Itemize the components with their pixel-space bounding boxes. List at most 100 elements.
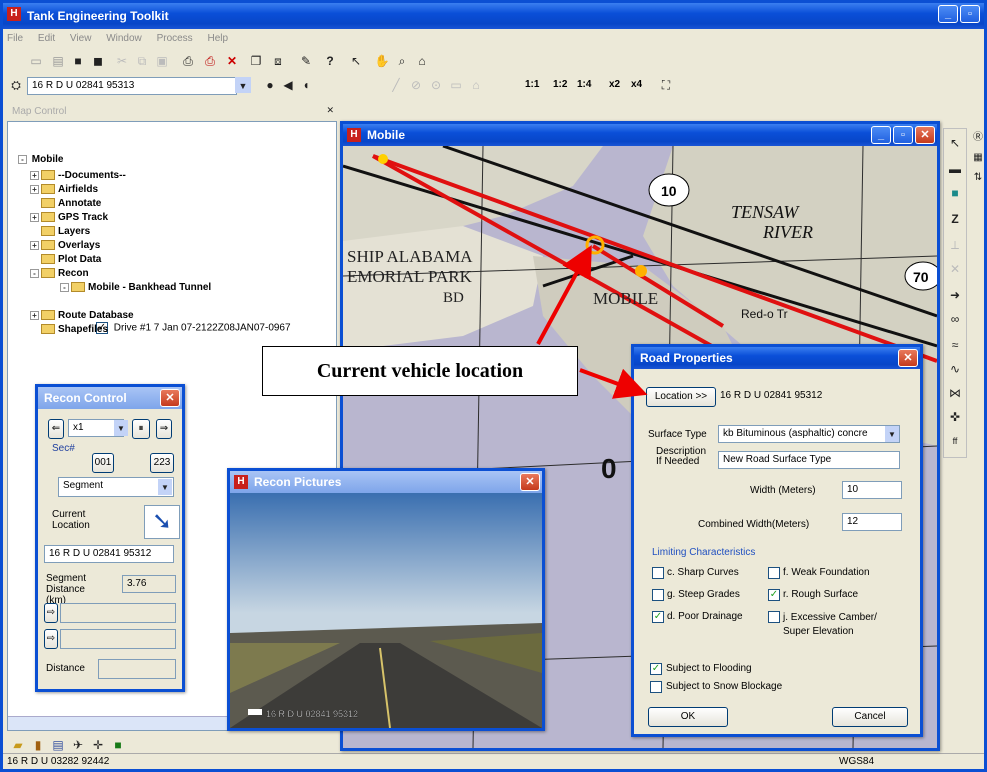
coordinate-combo[interactable]: 16 R D U 02841 95313	[27, 77, 237, 95]
delete-icon[interactable]: ✕	[223, 51, 241, 69]
recon-pictures-close-button[interactable]: ✕	[520, 473, 540, 491]
locate-icon[interactable]: ⛭	[7, 75, 25, 93]
map-title-bar[interactable]: H Mobile _ ▫ ✕	[343, 124, 937, 146]
tool-c-icon[interactable]: ⊙	[427, 75, 445, 93]
surface-type-select[interactable]: kb Bituminous (asphaltic) concre	[718, 425, 900, 443]
folder-tool-icon[interactable]: ▰	[9, 735, 27, 753]
tree-item[interactable]: Annotate	[30, 198, 101, 209]
tool-b-icon[interactable]: ⊘	[407, 75, 425, 93]
crosshair-tool-icon[interactable]: ✛	[89, 735, 107, 753]
back-icon[interactable]: ◀	[279, 75, 297, 93]
zed-tool-icon[interactable]: Z	[946, 209, 964, 227]
road-tool-icon[interactable]: ≈	[946, 335, 964, 353]
characteristic-checkbox[interactable]	[652, 567, 664, 579]
tool-e-icon[interactable]: ⌂	[467, 75, 485, 93]
recon-control-title-bar[interactable]: Recon Control ✕	[38, 387, 182, 409]
tree-item[interactable]: - Recon	[30, 268, 89, 279]
teal-tool-icon[interactable]: ■	[946, 183, 964, 201]
menu-window[interactable]: Window	[106, 33, 142, 44]
ok-button[interactable]: OK	[648, 707, 728, 727]
help-icon[interactable]: ?	[321, 51, 339, 69]
mode-select[interactable]: Segment	[58, 477, 174, 497]
location-button[interactable]: Location >>	[646, 387, 716, 407]
snow-checkbox[interactable]	[650, 681, 662, 693]
cross-tool-icon[interactable]: ✜	[946, 407, 964, 425]
edge-tool-c-icon[interactable]: ⇅	[969, 168, 987, 186]
satellite-tool-icon[interactable]: ✈	[69, 735, 87, 753]
minimize-button[interactable]: _	[938, 5, 958, 23]
tool-a-icon[interactable]: ╱	[387, 75, 405, 93]
bridge-tool-icon[interactable]: ⋈	[946, 383, 964, 401]
characteristic-checkbox[interactable]	[768, 611, 780, 623]
tree-item[interactable]: + --Documents--	[30, 170, 126, 181]
tree-item[interactable]: Plot Data	[30, 254, 101, 265]
measure-tool-icon[interactable]: ⟂	[946, 235, 964, 253]
tree-item[interactable]: - Mobile - Bankhead Tunnel	[60, 282, 211, 293]
tree-expander[interactable]: +	[30, 240, 39, 250]
menu-file[interactable]: File	[7, 33, 23, 44]
mark-b-button[interactable]: ⇨	[44, 629, 58, 649]
step-forward-button[interactable]: ⇒	[156, 419, 172, 439]
menu-view[interactable]: View	[70, 33, 92, 44]
copy-icon[interactable]: ⧉	[133, 51, 151, 69]
fullscreen-icon[interactable]: ⛶	[657, 75, 675, 93]
link-tool-icon[interactable]: ∞	[946, 309, 964, 327]
characteristic-checkbox[interactable]	[652, 589, 664, 601]
tree-expander[interactable]: -	[30, 268, 39, 278]
book-tool-icon[interactable]: ▮	[29, 735, 47, 753]
saveas-icon[interactable]: ◼	[89, 51, 107, 69]
surface-chevron-down-icon[interactable]: ▼	[885, 426, 899, 442]
recon-pictures-title-bar[interactable]: H Recon Pictures ✕	[230, 471, 542, 493]
recon-control-close-button[interactable]: ✕	[160, 389, 180, 407]
combined-width-input[interactable]: 12	[842, 513, 902, 531]
menu-help[interactable]: Help	[207, 33, 228, 44]
road-properties-close-button[interactable]: ✕	[898, 349, 918, 367]
pencil-icon[interactable]: ✎	[297, 51, 315, 69]
mark-a-button[interactable]: ⇨	[44, 603, 58, 623]
zoom-icon[interactable]: ⌕	[393, 51, 411, 69]
main-title-bar[interactable]: H Tank Engineering Toolkit _ ▫	[3, 3, 984, 29]
menu-edit[interactable]: Edit	[38, 33, 55, 44]
description-input[interactable]: New Road Surface Type	[718, 451, 900, 469]
width-input[interactable]: 10	[842, 481, 902, 499]
pause-button[interactable]: ⏸	[132, 419, 150, 439]
print-preview-icon[interactable]: ⎙	[201, 51, 219, 69]
tree-expander[interactable]: +	[30, 310, 39, 320]
pan-icon[interactable]: ✋	[373, 51, 391, 69]
flooding-checkbox[interactable]: ✓	[650, 663, 662, 675]
green-tool-icon[interactable]: ■	[109, 735, 127, 753]
monitor-tool-icon[interactable]: ▬	[946, 159, 964, 177]
scale-x4-button[interactable]: x4	[631, 79, 642, 90]
scale-1-1-button[interactable]: 1:1	[525, 79, 539, 90]
layers-tool-icon[interactable]: ▤	[49, 735, 67, 753]
maximize-button[interactable]: ▫	[960, 5, 980, 23]
feet-tool-icon[interactable]: ff	[946, 431, 964, 449]
tree-close-icon[interactable]: ✕	[326, 105, 334, 116]
tree-item[interactable]: Shapefiles	[30, 324, 108, 335]
cut-tool-icon[interactable]: ✕	[946, 259, 964, 277]
chevron-down-icon[interactable]: ▼	[235, 77, 251, 93]
sec-start-button[interactable]: 001	[92, 453, 114, 473]
tree-item[interactable]: + Overlays	[30, 240, 100, 251]
step-back-button[interactable]: ⇐	[48, 419, 64, 439]
menu-process[interactable]: Process	[157, 33, 193, 44]
cancel-button[interactable]: Cancel	[832, 707, 908, 727]
wave-tool-icon[interactable]: ∿	[946, 359, 964, 377]
characteristic-checkbox[interactable]: ✓	[652, 611, 664, 623]
export-icon[interactable]: ⧈	[269, 51, 287, 69]
half-circle-icon[interactable]: ◖	[297, 75, 315, 93]
scale-x2-button[interactable]: x2	[609, 79, 620, 90]
tree-expander[interactable]: -	[60, 282, 69, 292]
characteristic-checkbox[interactable]	[768, 567, 780, 579]
mode-chevron-down-icon[interactable]: ▼	[158, 479, 172, 495]
tree-root[interactable]: - Mobile	[18, 154, 63, 165]
edge-tool-b-icon[interactable]: ▦	[969, 148, 987, 166]
home-icon[interactable]: ⌂	[413, 51, 431, 69]
window-icon[interactable]: ❐	[247, 51, 265, 69]
arrow-right-tool-icon[interactable]: ➜	[946, 285, 964, 303]
open-icon[interactable]: ▤	[49, 51, 67, 69]
record-icon[interactable]: ●	[261, 75, 279, 93]
tree-expander[interactable]: +	[30, 212, 39, 222]
print-icon[interactable]: ⎙	[179, 51, 197, 69]
cut-icon[interactable]: ✂	[113, 51, 131, 69]
